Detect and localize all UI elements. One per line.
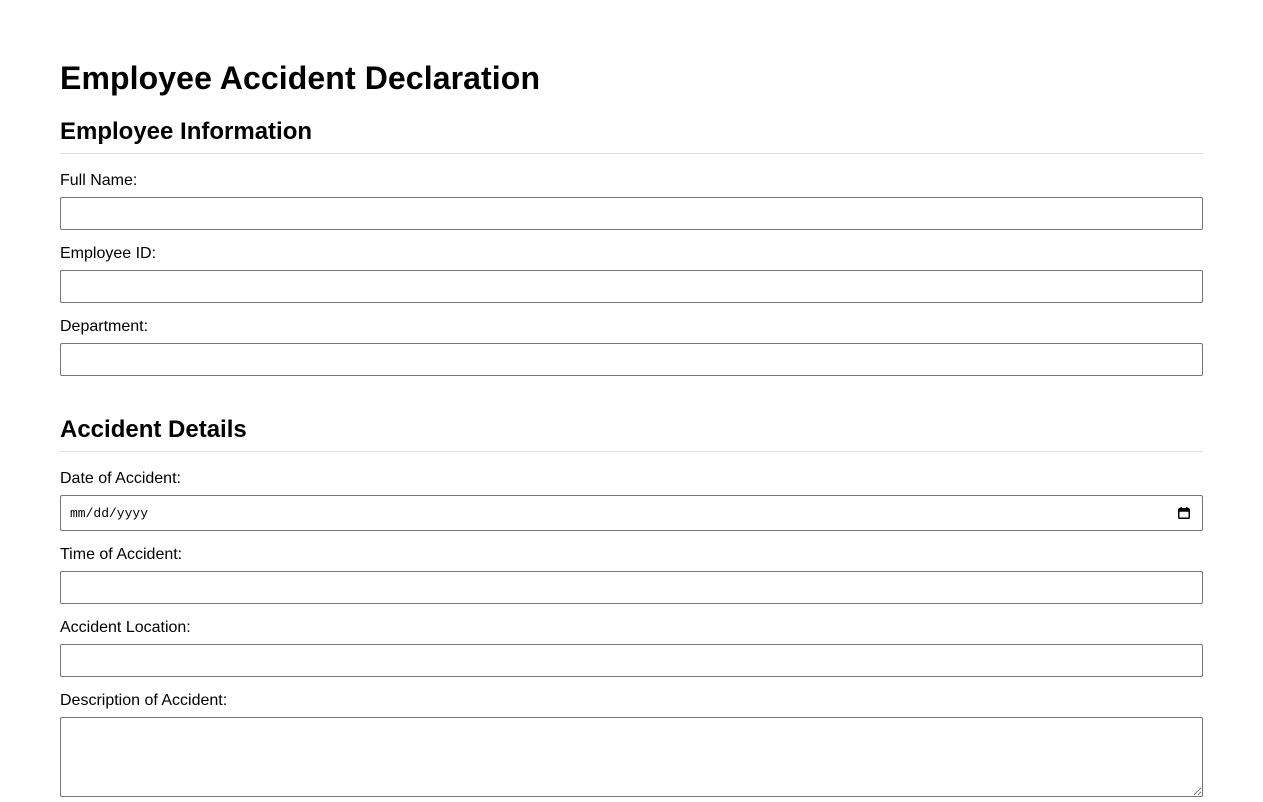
page-title: Employee Accident Declaration xyxy=(60,60,541,96)
accident-form-page: Employee Accident Declaration Employee I… xyxy=(0,0,1263,802)
employee-id-input[interactable] xyxy=(60,270,1203,303)
calendar-icon[interactable] xyxy=(1178,507,1190,519)
description-of-accident-label: Description of Accident: xyxy=(60,692,228,709)
date-of-accident-label: Date of Accident: xyxy=(60,470,181,487)
accident-location-input[interactable] xyxy=(60,644,1203,677)
description-of-accident-textarea[interactable] xyxy=(60,717,1203,797)
employee-id-label: Employee ID: xyxy=(60,245,157,262)
section-divider xyxy=(60,451,1203,452)
time-of-accident-label: Time of Accident: xyxy=(60,546,183,563)
date-placeholder: mm/dd/yyyy xyxy=(70,506,149,521)
section-heading-employee-information: Employee Information xyxy=(60,118,313,145)
section-heading-accident-details: Accident Details xyxy=(60,416,247,443)
date-of-accident-input[interactable]: mm/dd/yyyy xyxy=(60,495,1203,531)
full-name-input[interactable] xyxy=(60,197,1203,230)
time-of-accident-input[interactable] xyxy=(60,571,1203,604)
full-name-label: Full Name: xyxy=(60,172,138,189)
department-label: Department: xyxy=(60,318,149,335)
department-input[interactable] xyxy=(60,343,1203,376)
accident-location-label: Accident Location: xyxy=(60,619,191,636)
section-divider xyxy=(60,153,1203,154)
